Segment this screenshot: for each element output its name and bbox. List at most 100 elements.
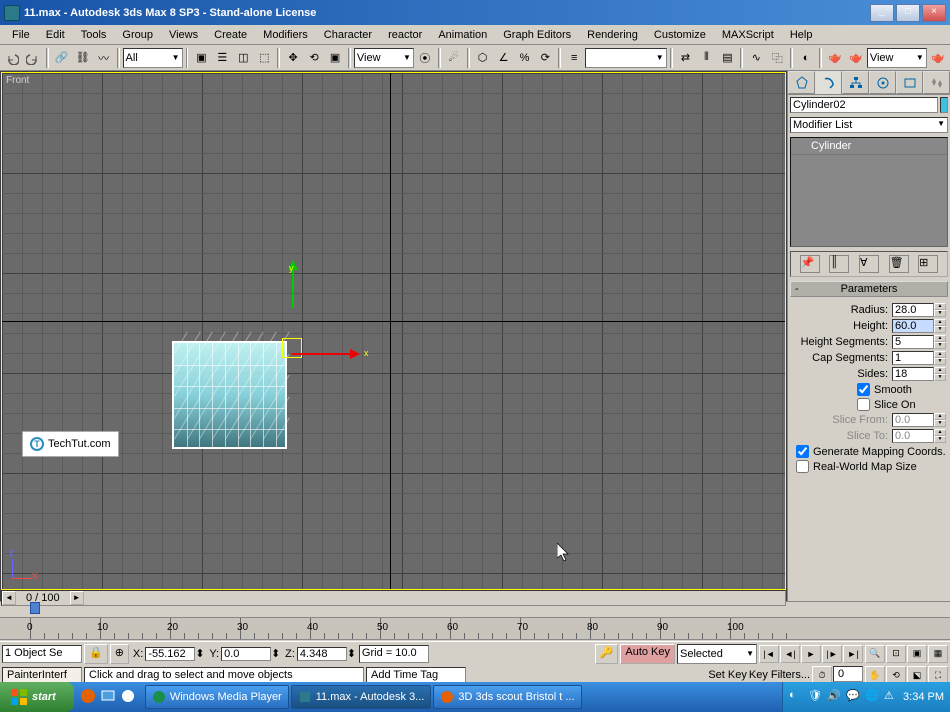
material-editor-button[interactable]: ◐ [796,47,816,69]
height-segments-input[interactable]: 5 [892,335,934,349]
selection-filter-dropdown[interactable]: All▼ [123,48,183,68]
menu-grapheditors[interactable]: Graph Editors [495,27,579,43]
key-mode-button[interactable]: 🔑 [595,644,619,664]
zoom-button[interactable]: 🔍 [865,645,885,663]
bind-spacewarp-button[interactable]: 〰 [94,47,114,69]
undo-button[interactable] [2,47,22,69]
menu-help[interactable]: Help [782,27,821,43]
y-spinner[interactable]: ⬍ [271,647,281,660]
create-tab[interactable] [788,71,815,94]
tray-icon[interactable]: 💬 [846,689,862,705]
realworld-map-checkbox[interactable] [796,460,809,473]
cylinder-object[interactable] [172,341,287,449]
modify-tab[interactable] [815,71,842,94]
select-object-button[interactable]: ▣ [191,47,211,69]
menu-maxscript[interactable]: MAXScript [714,27,782,43]
tray-icon[interactable]: 🛡 [808,689,824,705]
align-button[interactable]: ⫴ [697,47,717,69]
next-frame-button[interactable]: |► [822,645,842,663]
keymode-dropdown[interactable]: Selected▼ [677,644,757,664]
menu-modifiers[interactable]: Modifiers [255,27,316,43]
z-spinner[interactable]: ⬍ [347,647,357,660]
angle-snap-button[interactable]: ∠ [494,47,514,69]
zoom-extents-all-button[interactable]: ▦ [928,645,948,663]
taskbar-item-wmp[interactable]: Windows Media Player [145,685,289,709]
object-name-input[interactable] [790,97,938,113]
selection-lock-button[interactable]: 🔒 [84,644,108,664]
manipulate-button[interactable]: ☄ [444,47,464,69]
sides-spinner[interactable]: ▲▼ [934,367,946,381]
select-region-button[interactable]: ◫ [233,47,253,69]
track-bar-key[interactable] [30,602,40,614]
menu-rendering[interactable]: Rendering [579,27,646,43]
height-input[interactable]: 60.0 [892,319,934,333]
motion-tab[interactable] [869,71,896,94]
select-move-button[interactable]: ✥ [283,47,303,69]
utilities-tab[interactable] [923,71,950,94]
mirror-button[interactable]: ⇄ [676,47,696,69]
goto-start-button[interactable]: |◄ [759,645,779,663]
curve-editor-button[interactable]: ∿ [746,47,766,69]
play-button[interactable]: ► [801,645,821,663]
window-crossing-button[interactable]: ⬚ [254,47,274,69]
configure-sets-button[interactable]: ⊞ [918,255,938,273]
percent-snap-button[interactable]: % [514,47,534,69]
x-input[interactable]: -55.162 [145,647,195,661]
link-button[interactable]: 🔗 [52,47,72,69]
menu-create[interactable]: Create [206,27,255,43]
close-button[interactable]: × [922,4,946,22]
named-selection-button[interactable]: ≡ [564,47,584,69]
menu-edit[interactable]: Edit [38,27,73,43]
radius-input[interactable]: 28.0 [892,303,934,317]
generate-mapping-checkbox[interactable] [796,445,809,458]
start-button[interactable]: start [0,682,74,712]
render-scene-button[interactable]: 🫖 [825,47,845,69]
layers-button[interactable]: ▤ [717,47,737,69]
maximize-button[interactable]: □ [896,4,920,22]
minimize-button[interactable]: _ [870,4,894,22]
radius-spinner[interactable]: ▲▼ [934,303,946,317]
show-end-result-button[interactable]: ║ [829,255,849,273]
display-tab[interactable] [896,71,923,94]
cap-segments-spinner[interactable]: ▲▼ [934,351,946,365]
height-spinner[interactable]: ▲▼ [934,319,946,333]
named-selection-dropdown[interactable]: ▼ [585,48,666,68]
quick-render-button[interactable]: 🫖 [846,47,866,69]
zoom-extents-button[interactable]: ▣ [907,645,927,663]
menu-customize[interactable]: Customize [646,27,714,43]
ql-firefox-icon[interactable] [80,688,98,706]
menu-animation[interactable]: Animation [430,27,495,43]
menu-group[interactable]: Group [114,27,161,43]
hierarchy-tab[interactable] [842,71,869,94]
taskbar-item-firefox[interactable]: 3D 3ds scout Bristol t ... [433,685,581,709]
goto-end-button[interactable]: ►| [843,645,863,663]
track-bar[interactable] [0,602,950,618]
select-by-name-button[interactable]: ☰ [212,47,232,69]
select-scale-button[interactable]: ▣ [325,47,345,69]
smooth-checkbox[interactable] [857,383,870,396]
script-listener[interactable]: PainterInterf [2,667,82,683]
autokey-button[interactable]: Auto Key [620,644,675,664]
modifier-stack-item[interactable]: Cylinder [791,138,947,155]
taskbar-item-3dsmax[interactable]: 11.max - Autodesk 3... [291,685,432,709]
parameters-rollout-header[interactable]: -Parameters [790,281,948,297]
menu-file[interactable]: File [4,27,38,43]
menu-character[interactable]: Character [316,27,380,43]
z-input[interactable]: 4.348 [297,647,347,661]
menu-reactor[interactable]: reactor [380,27,430,43]
ql-app-icon[interactable] [120,688,138,706]
height-segments-spinner[interactable]: ▲▼ [934,335,946,349]
select-rotate-button[interactable]: ⟲ [304,47,324,69]
spinner-snap-button[interactable]: ⟳ [535,47,555,69]
redo-button[interactable] [23,47,43,69]
cap-segments-input[interactable]: 1 [892,351,934,365]
keyfilters-button[interactable]: Key Filters... [749,669,810,681]
slice-on-checkbox[interactable] [857,398,870,411]
time-ruler[interactable]: 0102030405060708090100 [0,618,950,640]
unlink-button[interactable]: ⛓ [73,47,93,69]
tray-icon[interactable]: 🔊 [827,689,843,705]
tray-clock[interactable]: 3:34 PM [903,691,944,703]
render-button[interactable]: 🫖 [928,47,948,69]
pin-stack-button[interactable]: 📌 [800,255,820,273]
object-color-swatch[interactable] [940,97,948,113]
